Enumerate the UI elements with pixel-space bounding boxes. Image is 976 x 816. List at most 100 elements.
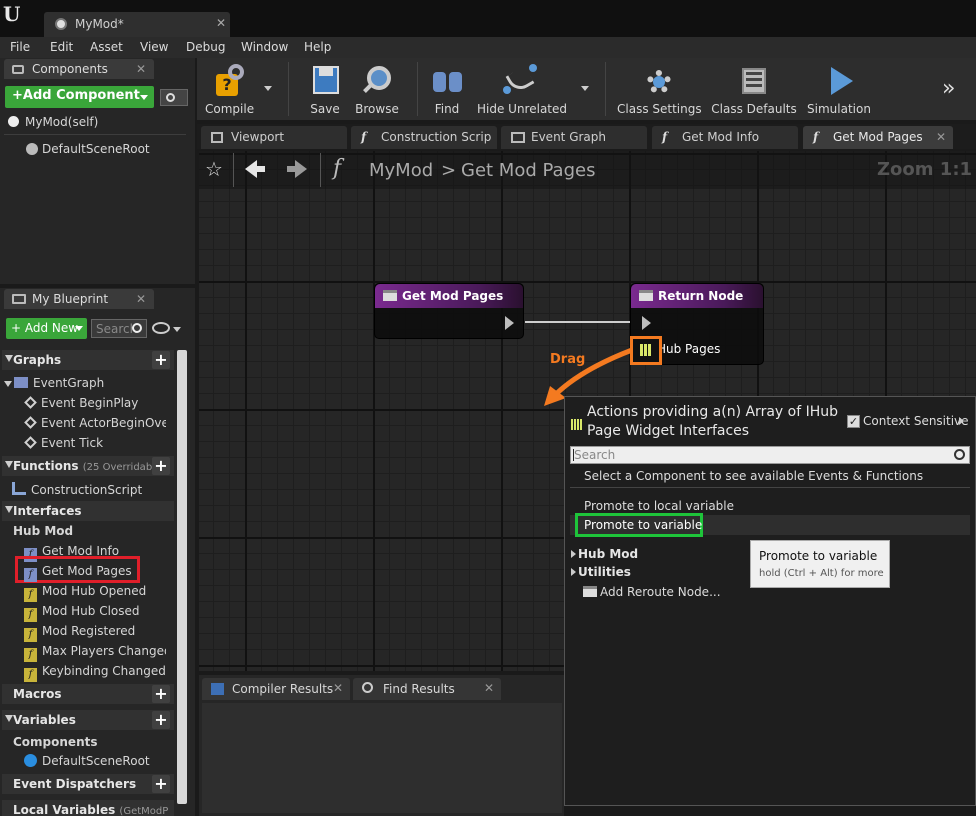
components-category[interactable]: Components <box>13 735 98 749</box>
interface-function-mod-registered[interactable]: f Mod Registered <box>24 624 135 642</box>
interfaces-section-header[interactable]: Interfaces <box>2 501 174 521</box>
scrollbar[interactable] <box>177 350 187 804</box>
interface-function-keybinding-changed[interactable]: f Keybinding Changed <box>24 664 166 682</box>
compile-options-chevron-icon[interactable] <box>264 86 272 91</box>
save-button[interactable]: Save <box>300 58 350 120</box>
menu-window[interactable]: Window <box>241 40 288 54</box>
graph-item-eventgraph[interactable]: EventGraph <box>4 376 104 390</box>
blueprint-search-input[interactable]: Search <box>91 319 147 338</box>
section-label: Graphs <box>13 353 62 367</box>
components-panel: Components ✕ +Add Component MyMod(self) … <box>0 58 195 284</box>
menu-file[interactable]: File <box>10 40 30 54</box>
category-utilities[interactable]: Utilities <box>578 565 631 579</box>
search-toggle[interactable] <box>160 89 188 106</box>
menu-debug[interactable]: Debug <box>186 40 225 54</box>
tab-get-mod-pages[interactable]: f Get Mod Pages ✕ <box>803 126 953 149</box>
compiler-icon <box>211 683 224 695</box>
exec-input-pin[interactable] <box>642 316 651 330</box>
menu-asset[interactable]: Asset <box>90 40 123 54</box>
category-hub-mod[interactable]: Hub Mod <box>578 547 638 561</box>
hide-unrelated-button[interactable]: Hide Unrelated <box>477 58 567 120</box>
overridable-count: (25 Overridable <box>82 462 162 473</box>
close-icon[interactable]: ✕ <box>936 130 946 144</box>
local-variables-section-header[interactable]: Local Variables (GetModP <box>2 800 174 816</box>
toolbar-separator <box>288 62 289 116</box>
eye-icon[interactable] <box>152 322 170 334</box>
tab-event-graph[interactable]: Event Graph <box>501 126 647 149</box>
collapse-icon <box>4 381 12 387</box>
add-component-button[interactable]: +Add Component <box>5 86 154 108</box>
component-item-self[interactable]: MyMod(self) <box>8 115 98 129</box>
hub-mod-category[interactable]: Hub Mod <box>13 524 73 538</box>
collapse-icon <box>5 715 13 722</box>
close-icon[interactable]: ✕ <box>333 681 343 695</box>
action-search-input[interactable]: Search <box>570 446 970 464</box>
array-pin-icon[interactable] <box>640 344 652 356</box>
chevron-down-icon[interactable] <box>173 327 181 332</box>
graph-item-tick[interactable]: Event Tick <box>24 436 103 450</box>
macros-section-header[interactable]: Macros <box>2 684 174 704</box>
close-icon[interactable]: ✕ <box>136 62 146 76</box>
add-graph-button[interactable]: + <box>152 351 170 369</box>
event-dispatchers-section-header[interactable]: Event Dispatchers <box>2 774 174 794</box>
promote-variable-item[interactable]: Promote to variable <box>584 518 702 532</box>
components-tab-label: Components <box>32 62 108 76</box>
find-button[interactable]: Find <box>423 58 471 120</box>
viewport-icon <box>211 132 223 143</box>
section-label: Event Dispatchers <box>13 777 137 791</box>
forward-arrow-icon[interactable] <box>295 160 307 178</box>
graph-item-beginplay[interactable]: Event BeginPlay <box>24 396 138 410</box>
menu-edit[interactable]: Edit <box>50 40 73 54</box>
simulation-button[interactable]: Simulation <box>807 58 871 120</box>
compile-button[interactable]: ? Compile <box>201 58 259 120</box>
add-variable-button[interactable]: + <box>152 711 170 729</box>
add-dispatcher-button[interactable]: + <box>152 775 170 793</box>
compile-icon: ? <box>212 64 248 96</box>
functions-section-header[interactable]: Functions (25 Overridable <box>2 456 174 476</box>
breadcrumb-root[interactable]: MyMod <box>369 160 433 181</box>
document-tab[interactable]: MyMod* ✕ <box>44 12 230 37</box>
browse-button[interactable]: Browse <box>352 58 402 120</box>
menu-bar: File Edit Asset View Debug Window Help <box>0 37 976 58</box>
interface-function-mod-hub-opened[interactable]: f Mod Hub Opened <box>24 584 146 602</box>
add-macro-button[interactable]: + <box>152 685 170 703</box>
tab-find-results[interactable]: Find Results ✕ <box>353 678 501 700</box>
hide-unrelated-chevron-icon[interactable] <box>581 86 589 91</box>
tab-viewport[interactable]: Viewport <box>201 126 347 149</box>
menu-help[interactable]: Help <box>304 40 331 54</box>
my-blueprint-tab[interactable]: My Blueprint ✕ <box>4 289 154 309</box>
menu-view[interactable]: View <box>140 40 168 54</box>
graphs-section-header[interactable]: Graphs <box>2 350 174 370</box>
tab-label: Get Mod Info <box>682 130 760 144</box>
add-function-button[interactable]: + <box>152 457 170 475</box>
interface-function-mod-hub-closed[interactable]: f Mod Hub Closed <box>24 604 140 622</box>
class-settings-button[interactable]: Class Settings <box>617 58 702 120</box>
back-arrow-icon[interactable] <box>245 160 257 178</box>
star-icon[interactable]: ☆ <box>205 159 223 179</box>
class-settings-label: Class Settings <box>617 102 702 116</box>
close-icon[interactable]: ✕ <box>216 16 226 30</box>
interface-function-get-mod-pages[interactable]: f Get Mod Pages <box>24 564 132 582</box>
toolbar-overflow-button[interactable]: » <box>942 76 955 101</box>
tab-construction-script[interactable]: f Construction Scrip <box>351 126 497 149</box>
add-reroute-node-item[interactable]: Add Reroute Node... <box>600 585 721 599</box>
variables-section-header[interactable]: Variables <box>2 710 174 730</box>
close-icon[interactable]: ✕ <box>136 292 146 306</box>
interface-function-max-players-changed[interactable]: f Max Players Changed <box>24 644 166 662</box>
editor-tabs: Viewport f Construction Scrip Event Graph… <box>197 124 976 149</box>
function-item-constructionscript[interactable]: ConstructionScript <box>12 482 142 497</box>
scene-component-icon <box>26 143 38 155</box>
tab-get-mod-info[interactable]: f Get Mod Info <box>652 126 798 149</box>
add-new-button[interactable]: + Add New <box>6 318 87 339</box>
context-sensitive-checkbox[interactable]: ✓ <box>847 415 860 428</box>
close-icon[interactable]: ✕ <box>484 681 494 695</box>
graph-item-actorbeginoverlap[interactable]: Event ActorBeginOverl <box>24 416 166 430</box>
exec-output-pin[interactable] <box>505 316 514 330</box>
variable-item-scene-root[interactable]: DefaultSceneRoot <box>24 754 150 768</box>
promote-local-variable-item[interactable]: Promote to local variable <box>584 499 734 513</box>
components-tab[interactable]: Components ✕ <box>4 59 154 79</box>
class-defaults-button[interactable]: Class Defaults <box>709 58 799 120</box>
function-entry-node[interactable]: Get Mod Pages <box>374 283 524 339</box>
tab-compiler-results[interactable]: Compiler Results ✕ <box>202 678 350 700</box>
component-item-scene-root[interactable]: DefaultSceneRoot <box>26 142 150 156</box>
